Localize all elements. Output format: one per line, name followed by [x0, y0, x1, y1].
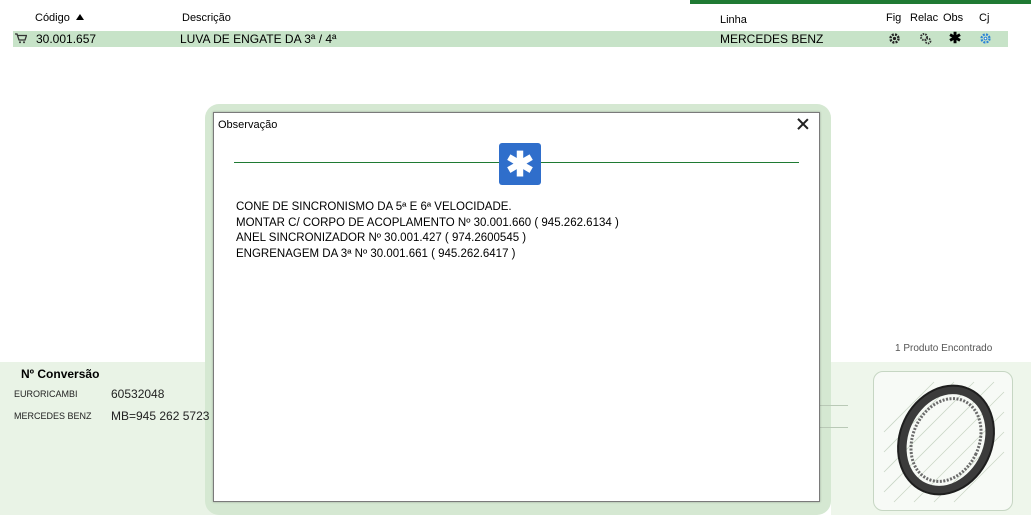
column-header-cj: Cj	[979, 12, 990, 24]
observation-line: MONTAR C/ CORPO DE ACOPLAMENTO Nº 30.001…	[236, 216, 619, 229]
row-codigo: 30.001.657	[36, 32, 97, 46]
observation-line: CONE DE SINCRONISMO DA 5ª E 6ª VELOCIDAD…	[236, 201, 512, 213]
conversion-value: MB=945 262 5723	[111, 409, 210, 423]
conversion-name: EURORICAMBI	[14, 389, 78, 399]
column-header-descricao[interactable]: Descrição	[182, 12, 231, 24]
synchronizer-ring-image	[883, 381, 1005, 503]
asterisk-icon[interactable]: ✱	[948, 31, 962, 46]
table-row[interactable]: 30.001.657 LUVA DE ENGATE DA 3ª / 4ª MER…	[13, 31, 1008, 47]
cart-icon[interactable]	[14, 32, 28, 46]
observation-text: CONE DE SINCRONISMO DA 5ª E 6ª VELOCIDAD…	[236, 200, 619, 262]
column-header-obs: Obs	[943, 12, 964, 24]
top-accent-bar	[690, 0, 1031, 4]
column-header-codigo[interactable]: Código	[35, 12, 84, 24]
column-header-linha[interactable]: Linha	[720, 14, 747, 26]
column-header-codigo-label: Código	[35, 12, 70, 24]
product-image[interactable]	[873, 371, 1013, 511]
relation-gear-icon[interactable]	[918, 32, 932, 46]
observation-line: ENGRENAGEM DA 3ª Nº 30.001.661 ( 945.262…	[236, 247, 516, 260]
cj-gear-icon[interactable]	[978, 32, 992, 46]
divider	[818, 405, 848, 406]
divider	[818, 427, 848, 428]
results-count: 1 Produto Encontrado	[895, 343, 993, 354]
observation-dialog: Observação ✱ CONE DE SINCRONISMO DA 5ª E…	[213, 112, 820, 502]
conversion-name: MERCEDES BENZ	[14, 411, 92, 421]
row-descricao: LUVA DE ENGATE DA 3ª / 4ª	[180, 32, 337, 46]
conversion-panel	[0, 362, 205, 515]
row-linha: MERCEDES BENZ	[720, 32, 824, 46]
conversion-title: Nº Conversão	[21, 367, 100, 381]
observation-line: ANEL SINCRONIZADOR Nº 30.001.427 ( 974.2…	[236, 232, 527, 244]
conversion-value: 60532048	[111, 387, 165, 401]
dialog-title: Observação	[218, 119, 278, 131]
asterisk-badge-icon: ✱	[499, 143, 541, 185]
close-icon[interactable]	[796, 117, 810, 131]
column-header-relac: Relac	[910, 12, 939, 24]
column-header-fig: Fig	[886, 12, 902, 24]
gear-icon[interactable]	[887, 32, 901, 46]
